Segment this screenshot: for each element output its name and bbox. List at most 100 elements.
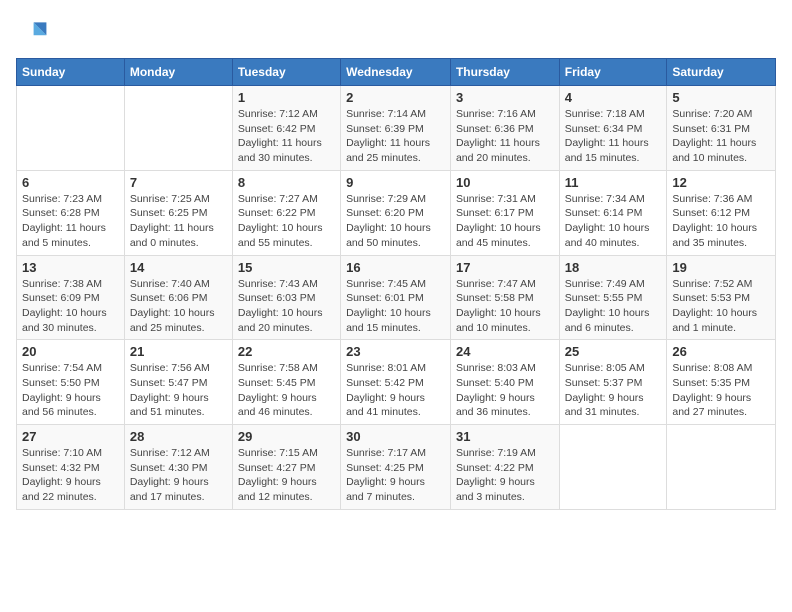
calendar-cell: 24 Sunrise: 8:03 AMSunset: 5:40 PMDayligh… — [450, 340, 559, 425]
calendar-cell: 23 Sunrise: 8:01 AMSunset: 5:42 PMDayligh… — [341, 340, 451, 425]
calendar-cell — [124, 86, 232, 171]
calendar-cell: 11 Sunrise: 7:34 AMSunset: 6:14 PMDayligh… — [559, 170, 667, 255]
header-tuesday: Tuesday — [232, 59, 340, 86]
day-number: 5 — [672, 90, 770, 105]
day-number: 22 — [238, 344, 335, 359]
day-detail: Sunrise: 7:15 AMSunset: 4:27 PMDaylight:… — [238, 446, 335, 505]
day-detail: Sunrise: 7:47 AMSunset: 5:58 PMDaylight:… — [456, 277, 554, 336]
day-number: 17 — [456, 260, 554, 275]
day-number: 12 — [672, 175, 770, 190]
day-number: 7 — [130, 175, 227, 190]
day-number: 11 — [565, 175, 662, 190]
calendar-cell — [17, 86, 125, 171]
day-number: 30 — [346, 429, 445, 444]
header-sunday: Sunday — [17, 59, 125, 86]
day-detail: Sunrise: 7:16 AMSunset: 6:36 PMDaylight:… — [456, 107, 554, 166]
day-detail: Sunrise: 8:01 AMSunset: 5:42 PMDaylight:… — [346, 361, 445, 420]
logo-icon — [16, 16, 48, 48]
day-number: 10 — [456, 175, 554, 190]
day-detail: Sunrise: 7:29 AMSunset: 6:20 PMDaylight:… — [346, 192, 445, 251]
day-number: 26 — [672, 344, 770, 359]
day-number: 4 — [565, 90, 662, 105]
calendar-cell: 15 Sunrise: 7:43 AMSunset: 6:03 PMDayligh… — [232, 255, 340, 340]
calendar-cell: 10Sunrise: 7:31 AMSunset: 6:17 PMDayligh… — [450, 170, 559, 255]
calendar-cell: 19Sunrise: 7:52 AMSunset: 5:53 PMDayligh… — [667, 255, 776, 340]
day-number: 25 — [565, 344, 662, 359]
week-row-4: 27 Sunrise: 7:10 AMSunset: 4:32 PMDayligh… — [17, 425, 776, 510]
calendar-cell: 21Sunrise: 7:56 AMSunset: 5:47 PMDayligh… — [124, 340, 232, 425]
calendar-cell: 29 Sunrise: 7:15 AMSunset: 4:27 PMDayligh… — [232, 425, 340, 510]
calendar-cell: 9 Sunrise: 7:29 AMSunset: 6:20 PMDaylight… — [341, 170, 451, 255]
day-detail: Sunrise: 7:20 AMSunset: 6:31 PMDaylight:… — [672, 107, 770, 166]
day-detail: Sunrise: 7:18 AMSunset: 6:34 PMDaylight:… — [565, 107, 662, 166]
day-number: 19 — [672, 260, 770, 275]
calendar-cell: 1 Sunrise: 7:12 AMSunset: 6:42 PMDaylight… — [232, 86, 340, 171]
calendar-cell: 31 Sunrise: 7:19 AMSunset: 4:22 PMDayligh… — [450, 425, 559, 510]
day-detail: Sunrise: 7:34 AMSunset: 6:14 PMDaylight:… — [565, 192, 662, 251]
day-detail: Sunrise: 7:10 AMSunset: 4:32 PMDaylight:… — [22, 446, 119, 505]
calendar-cell — [667, 425, 776, 510]
calendar-cell: 20 Sunrise: 7:54 AMSunset: 5:50 PMDayligh… — [17, 340, 125, 425]
calendar-cell: 17 Sunrise: 7:47 AMSunset: 5:58 PMDayligh… — [450, 255, 559, 340]
day-detail: Sunrise: 7:14 AMSunset: 6:39 PMDaylight:… — [346, 107, 445, 166]
week-row-0: 1 Sunrise: 7:12 AMSunset: 6:42 PMDaylight… — [17, 86, 776, 171]
calendar-cell: 13 Sunrise: 7:38 AMSunset: 6:09 PMDayligh… — [17, 255, 125, 340]
header-row: SundayMondayTuesdayWednesdayThursdayFrid… — [17, 59, 776, 86]
calendar-cell: 25 Sunrise: 8:05 AMSunset: 5:37 PMDayligh… — [559, 340, 667, 425]
calendar-cell: 7 Sunrise: 7:25 AMSunset: 6:25 PMDaylight… — [124, 170, 232, 255]
header-monday: Monday — [124, 59, 232, 86]
day-number: 2 — [346, 90, 445, 105]
calendar-cell: 18Sunrise: 7:49 AMSunset: 5:55 PMDayligh… — [559, 255, 667, 340]
day-number: 20 — [22, 344, 119, 359]
day-detail: Sunrise: 7:58 AMSunset: 5:45 PMDaylight:… — [238, 361, 335, 420]
calendar-cell: 3 Sunrise: 7:16 AMSunset: 6:36 PMDaylight… — [450, 86, 559, 171]
calendar-cell: 2 Sunrise: 7:14 AMSunset: 6:39 PMDaylight… — [341, 86, 451, 171]
day-number: 8 — [238, 175, 335, 190]
day-detail: Sunrise: 7:17 AMSunset: 4:25 PMDaylight:… — [346, 446, 445, 505]
calendar-cell: 5 Sunrise: 7:20 AMSunset: 6:31 PMDaylight… — [667, 86, 776, 171]
day-detail: Sunrise: 8:08 AMSunset: 5:35 PMDaylight:… — [672, 361, 770, 420]
week-row-1: 6 Sunrise: 7:23 AMSunset: 6:28 PMDaylight… — [17, 170, 776, 255]
week-row-2: 13 Sunrise: 7:38 AMSunset: 6:09 PMDayligh… — [17, 255, 776, 340]
calendar-table: SundayMondayTuesdayWednesdayThursdayFrid… — [16, 58, 776, 510]
logo — [16, 16, 52, 48]
calendar-cell: 14 Sunrise: 7:40 AMSunset: 6:06 PMDayligh… — [124, 255, 232, 340]
calendar-cell — [559, 425, 667, 510]
day-number: 23 — [346, 344, 445, 359]
day-number: 13 — [22, 260, 119, 275]
day-detail: Sunrise: 7:12 AMSunset: 6:42 PMDaylight:… — [238, 107, 335, 166]
day-detail: Sunrise: 7:38 AMSunset: 6:09 PMDaylight:… — [22, 277, 119, 336]
calendar-cell: 6 Sunrise: 7:23 AMSunset: 6:28 PMDaylight… — [17, 170, 125, 255]
day-detail: Sunrise: 7:45 AMSunset: 6:01 PMDaylight:… — [346, 277, 445, 336]
day-detail: Sunrise: 7:54 AMSunset: 5:50 PMDaylight:… — [22, 361, 119, 420]
calendar-cell: 8 Sunrise: 7:27 AMSunset: 6:22 PMDaylight… — [232, 170, 340, 255]
calendar-cell: 22 Sunrise: 7:58 AMSunset: 5:45 PMDayligh… — [232, 340, 340, 425]
day-detail: Sunrise: 8:05 AMSunset: 5:37 PMDaylight:… — [565, 361, 662, 420]
day-detail: Sunrise: 8:03 AMSunset: 5:40 PMDaylight:… — [456, 361, 554, 420]
day-detail: Sunrise: 7:25 AMSunset: 6:25 PMDaylight:… — [130, 192, 227, 251]
day-detail: Sunrise: 7:40 AMSunset: 6:06 PMDaylight:… — [130, 277, 227, 336]
calendar-cell: 12 Sunrise: 7:36 AMSunset: 6:12 PMDayligh… — [667, 170, 776, 255]
day-number: 6 — [22, 175, 119, 190]
day-number: 31 — [456, 429, 554, 444]
day-number: 18 — [565, 260, 662, 275]
day-number: 14 — [130, 260, 227, 275]
day-detail: Sunrise: 7:19 AMSunset: 4:22 PMDaylight:… — [456, 446, 554, 505]
day-number: 15 — [238, 260, 335, 275]
day-detail: Sunrise: 7:36 AMSunset: 6:12 PMDaylight:… — [672, 192, 770, 251]
day-number: 24 — [456, 344, 554, 359]
day-number: 29 — [238, 429, 335, 444]
header-thursday: Thursday — [450, 59, 559, 86]
page-header — [16, 16, 776, 48]
calendar-cell: 30 Sunrise: 7:17 AMSunset: 4:25 PMDayligh… — [341, 425, 451, 510]
day-number: 27 — [22, 429, 119, 444]
day-detail: Sunrise: 7:43 AMSunset: 6:03 PMDaylight:… — [238, 277, 335, 336]
day-detail: Sunrise: 7:27 AMSunset: 6:22 PMDaylight:… — [238, 192, 335, 251]
day-number: 28 — [130, 429, 227, 444]
header-saturday: Saturday — [667, 59, 776, 86]
header-wednesday: Wednesday — [341, 59, 451, 86]
day-number: 9 — [346, 175, 445, 190]
day-detail: Sunrise: 7:23 AMSunset: 6:28 PMDaylight:… — [22, 192, 119, 251]
day-number: 3 — [456, 90, 554, 105]
day-number: 1 — [238, 90, 335, 105]
